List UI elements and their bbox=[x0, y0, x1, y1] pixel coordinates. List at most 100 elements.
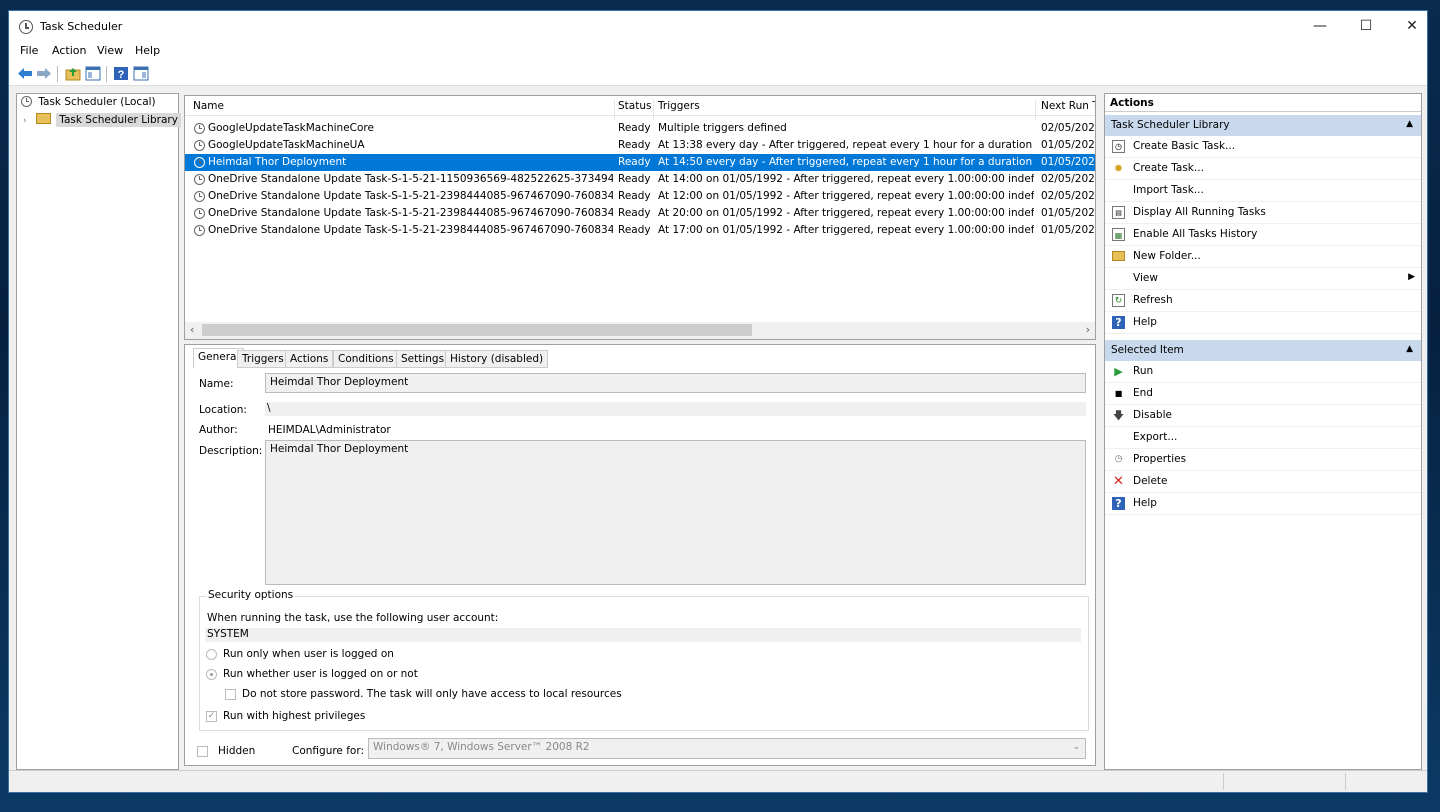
menu-file[interactable]: File bbox=[20, 44, 38, 57]
configure-for-dropdown[interactable]: Windows® 7, Windows Server™ 2008 R2 ⌄ bbox=[368, 738, 1086, 759]
actions-header: Actions bbox=[1105, 94, 1421, 112]
task-status: Ready bbox=[618, 207, 651, 219]
action-export[interactable]: Export... bbox=[1105, 427, 1421, 449]
disable-arrow-icon: 🡇 bbox=[1112, 409, 1125, 422]
task-next-run: 01/05/2020 bbox=[1041, 139, 1096, 151]
action-properties[interactable]: ◷ Properties bbox=[1105, 449, 1421, 471]
task-clock-icon bbox=[194, 208, 205, 219]
action-new-folder[interactable]: New Folder... bbox=[1105, 246, 1421, 268]
action-label: Create Task... bbox=[1133, 162, 1204, 174]
radio-run-only-logged-on[interactable] bbox=[206, 649, 217, 660]
action-label: Help bbox=[1133, 497, 1157, 509]
action-run[interactable]: ▶ Run bbox=[1105, 361, 1421, 383]
toolbar: ? bbox=[9, 62, 1427, 86]
task-row[interactable]: OneDrive Standalone Update Task-S-1-5-21… bbox=[185, 222, 1095, 239]
tree-item-local[interactable]: Task Scheduler (Local) bbox=[21, 96, 156, 112]
action-label: Refresh bbox=[1133, 294, 1173, 306]
chevron-right-icon: ▶ bbox=[1408, 272, 1415, 282]
action-help[interactable]: ? Help bbox=[1105, 312, 1421, 334]
task-triggers: At 17:00 on 01/05/1992 - After triggered… bbox=[658, 224, 1034, 236]
action-end[interactable]: ■ End bbox=[1105, 383, 1421, 405]
tab-settings[interactable]: Settings bbox=[396, 350, 450, 368]
checkbox-label: Run with highest privileges bbox=[223, 710, 366, 722]
task-triggers: At 14:00 on 01/05/1992 - After triggered… bbox=[658, 173, 1034, 185]
name-field[interactable]: Heimdal Thor Deployment bbox=[265, 373, 1086, 393]
menu-action[interactable]: Action bbox=[52, 44, 86, 57]
radio-run-whether-logged-on[interactable] bbox=[206, 669, 217, 680]
task-row[interactable]: GoogleUpdateTaskMachineCore Ready Multip… bbox=[185, 120, 1095, 137]
maximize-button[interactable]: ☐ bbox=[1343, 11, 1389, 42]
column-divider bbox=[614, 100, 615, 120]
menu-view[interactable]: View bbox=[97, 44, 123, 57]
action-disable[interactable]: 🡇 Disable bbox=[1105, 405, 1421, 427]
task-clock-icon bbox=[194, 191, 205, 202]
action-view[interactable]: View ▶ bbox=[1105, 268, 1421, 290]
task-clock-icon bbox=[194, 225, 205, 236]
user-account-value: SYSTEM bbox=[205, 628, 1081, 642]
tab-actions[interactable]: Actions bbox=[285, 350, 334, 368]
scroll-left-icon[interactable]: ‹ bbox=[190, 323, 194, 336]
task-row-selected[interactable]: Heimdal Thor Deployment Ready At 14:50 e… bbox=[185, 154, 1095, 171]
description-field[interactable]: Heimdal Thor Deployment bbox=[265, 440, 1086, 585]
column-header-name[interactable]: Name bbox=[193, 100, 224, 112]
task-triggers: At 13:38 every day - After triggered, re… bbox=[658, 139, 1034, 151]
task-row[interactable]: OneDrive Standalone Update Task-S-1-5-21… bbox=[185, 188, 1095, 205]
task-name: GoogleUpdateTaskMachineCore bbox=[208, 122, 374, 134]
task-triggers: Multiple triggers defined bbox=[658, 122, 787, 134]
action-display-running-tasks[interactable]: ▤ Display All Running Tasks bbox=[1105, 202, 1421, 224]
column-header-status[interactable]: Status bbox=[618, 100, 651, 112]
action-label: Display All Running Tasks bbox=[1133, 206, 1266, 218]
tree-item-library[interactable]: › Task Scheduler Library bbox=[23, 113, 181, 129]
action-refresh[interactable]: ↻ Refresh bbox=[1105, 290, 1421, 312]
scroll-right-icon[interactable]: › bbox=[1086, 323, 1090, 336]
tab-conditions[interactable]: Conditions bbox=[333, 350, 399, 368]
close-button[interactable]: ✕ bbox=[1389, 11, 1435, 42]
task-row[interactable]: OneDrive Standalone Update Task-S-1-5-21… bbox=[185, 205, 1095, 222]
toolbar-separator bbox=[57, 66, 58, 82]
do-not-store-password-checkbox[interactable] bbox=[225, 689, 236, 700]
task-status: Ready bbox=[618, 224, 651, 236]
action-label: Export... bbox=[1133, 431, 1178, 443]
menu-help[interactable]: Help bbox=[135, 44, 160, 57]
up-folder-icon[interactable] bbox=[65, 66, 81, 81]
forward-arrow-icon[interactable] bbox=[36, 66, 52, 81]
radio-label: Run whether user is logged on or not bbox=[223, 668, 418, 680]
task-triggers: At 14:50 every day - After triggered, re… bbox=[658, 156, 1034, 168]
location-label: Location: bbox=[199, 404, 247, 416]
tab-history[interactable]: History (disabled) bbox=[445, 350, 549, 368]
highest-privileges-checkbox[interactable]: ✓ bbox=[206, 711, 217, 722]
location-field: \ bbox=[265, 402, 1086, 416]
show-hide-action-pane-icon[interactable] bbox=[133, 66, 149, 81]
minimize-button[interactable]: — bbox=[1297, 11, 1343, 42]
task-next-run: 01/05/2020 bbox=[1041, 224, 1096, 236]
group-label: Task Scheduler Library bbox=[1111, 119, 1230, 131]
action-import-task[interactable]: Import Task... bbox=[1105, 180, 1421, 202]
task-next-run: 02/05/2020 bbox=[1041, 190, 1096, 202]
action-create-task[interactable]: ✹ Create Task... bbox=[1105, 158, 1421, 180]
hidden-checkbox[interactable] bbox=[197, 746, 208, 757]
group-task-scheduler-library[interactable]: Task Scheduler Library ▲ bbox=[1105, 115, 1421, 136]
help-icon[interactable]: ? bbox=[113, 66, 129, 81]
back-arrow-icon[interactable] bbox=[17, 66, 33, 81]
action-help-selected[interactable]: ? Help bbox=[1105, 493, 1421, 515]
column-header-next-run[interactable]: Next Run T bbox=[1041, 100, 1095, 112]
group-selected-item[interactable]: Selected Item ▲ bbox=[1105, 340, 1421, 361]
collapse-icon[interactable]: ▲ bbox=[1406, 119, 1413, 129]
action-label: Properties bbox=[1133, 453, 1187, 465]
horizontal-scrollbar[interactable]: ‹ › bbox=[185, 322, 1095, 339]
action-create-basic-task[interactable]: ◷ Create Basic Task... bbox=[1105, 136, 1421, 158]
chevron-right-icon[interactable]: › bbox=[23, 116, 27, 126]
name-label: Name: bbox=[199, 378, 234, 390]
action-delete[interactable]: ✕ Delete bbox=[1105, 471, 1421, 493]
action-enable-history[interactable]: ▦ Enable All Tasks History bbox=[1105, 224, 1421, 246]
scrollbar-thumb[interactable] bbox=[202, 324, 752, 336]
task-row[interactable]: OneDrive Standalone Update Task-S-1-5-21… bbox=[185, 171, 1095, 188]
tab-triggers[interactable]: Triggers bbox=[237, 350, 289, 368]
collapse-icon[interactable]: ▲ bbox=[1406, 344, 1413, 354]
show-hide-console-tree-icon[interactable] bbox=[85, 66, 101, 81]
general-tab-content: Name: Heimdal Thor Deployment Location: … bbox=[193, 368, 1093, 764]
create-task-icon: ✹ bbox=[1113, 162, 1124, 175]
column-header-triggers[interactable]: Triggers bbox=[658, 100, 700, 112]
task-row[interactable]: GoogleUpdateTaskMachineUA Ready At 13:38… bbox=[185, 137, 1095, 154]
action-label: Delete bbox=[1133, 475, 1168, 487]
